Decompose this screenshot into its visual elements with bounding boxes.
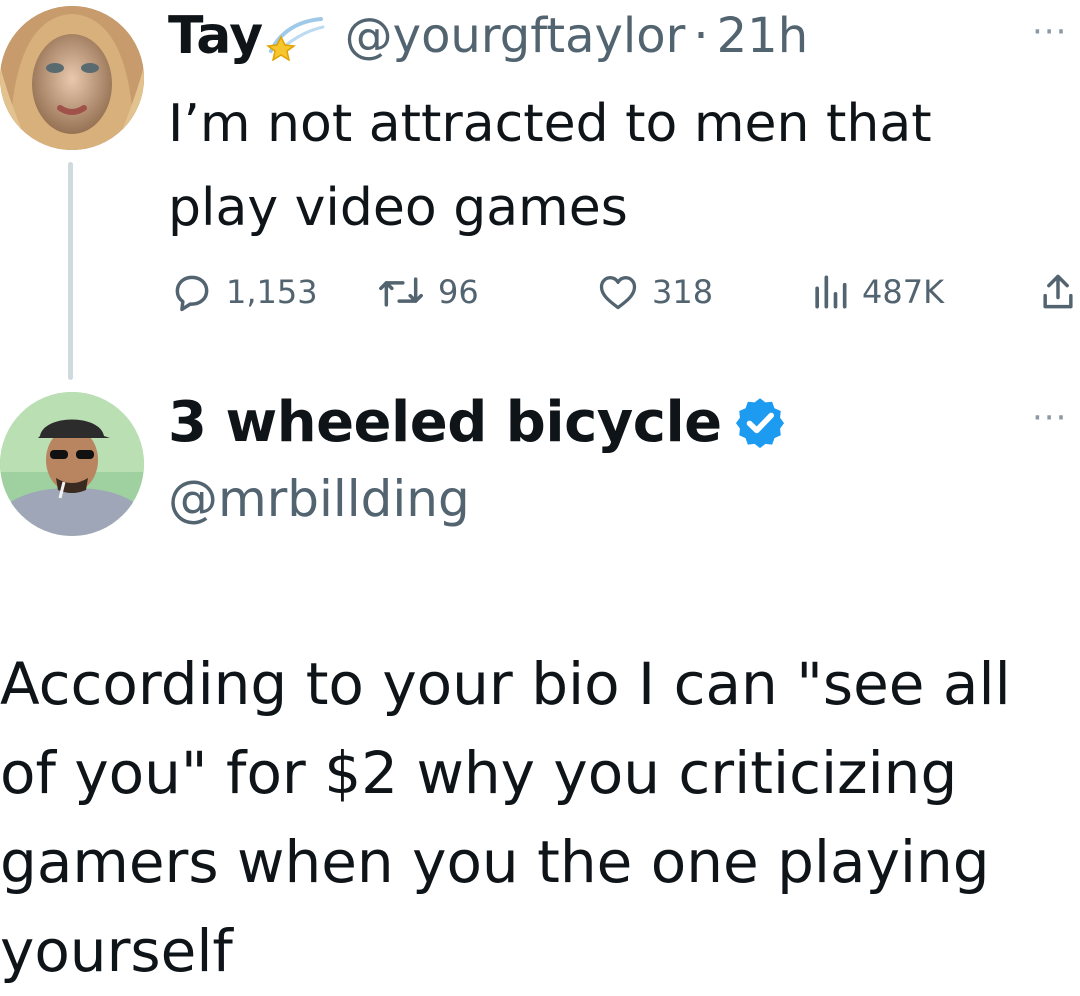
avatar-mrbillding[interactable]: [0, 392, 144, 536]
tweet-text: I’m not attracted to men that play video…: [168, 94, 932, 238]
more-icon[interactable]: ···: [1032, 398, 1067, 438]
reply-author-row: 3 wheeled bicycle: [168, 384, 788, 460]
reply-author-handle[interactable]: @mrbillding: [168, 470, 470, 528]
verified-badge-icon: [735, 398, 784, 449]
share-button[interactable]: [1038, 268, 1080, 316]
retweet-count: 96: [438, 273, 479, 311]
more-icon[interactable]: ···: [1032, 12, 1067, 52]
thread-connector-line: [68, 162, 73, 380]
like-icon: [599, 276, 637, 310]
views-icon: [815, 275, 847, 309]
retweet-icon: [379, 277, 423, 307]
reply-icon: [175, 275, 209, 312]
tweet-header: Tay @yourgftaylor · 21h: [168, 4, 808, 68]
tweet-timestamp[interactable]: 21h: [717, 8, 809, 64]
separator-dot: ·: [693, 8, 709, 64]
share-icon: [1043, 274, 1073, 309]
author-name[interactable]: Tay: [168, 6, 263, 66]
reply-button[interactable]: 1,153: [170, 268, 318, 316]
views-count: 487K: [862, 273, 945, 311]
like-count: 318: [652, 273, 714, 311]
reply-author-name[interactable]: 3 wheeled bicycle: [168, 390, 722, 455]
comet-emoji-icon: [265, 17, 325, 61]
retweet-button[interactable]: 96: [376, 268, 479, 316]
author-handle[interactable]: @yourgftaylor: [345, 8, 686, 64]
like-button[interactable]: 318: [596, 268, 713, 316]
views-button[interactable]: 487K: [810, 268, 944, 316]
reply-count: 1,153: [226, 273, 318, 311]
avatar-tay[interactable]: [0, 6, 144, 150]
reply-tweet-text: According to your bio I can "see all of …: [0, 650, 1011, 985]
